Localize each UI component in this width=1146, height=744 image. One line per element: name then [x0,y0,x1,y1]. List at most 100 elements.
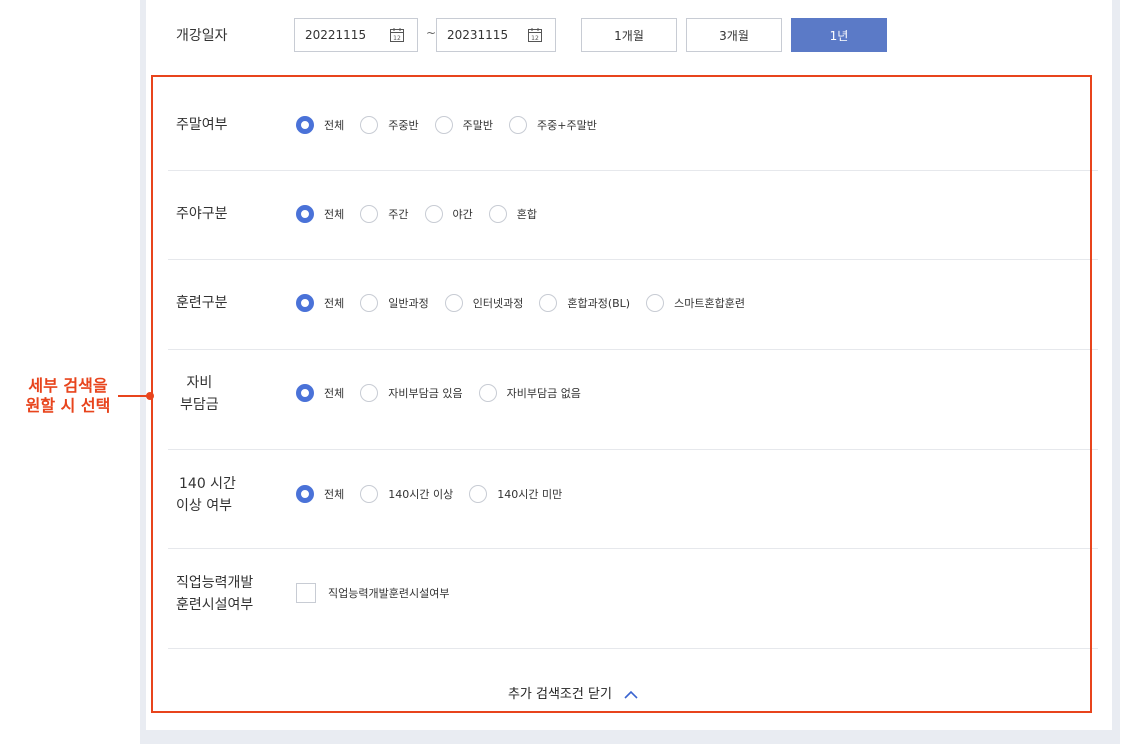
option-label: 야간 [452,208,473,221]
radio[interactable] [360,384,379,402]
svg-text:12: 12 [393,35,401,42]
radio-selected[interactable] [296,116,314,134]
facility-checkbox[interactable] [296,583,316,603]
training-option-smart[interactable]: 스마트혼합훈련 [646,294,745,312]
radio[interactable] [509,116,527,134]
annotation-line1: 세부 검색을 [28,376,108,395]
self-pay-option-yes[interactable]: 자비부담금 있음 [360,384,463,402]
hours-label-line2: 이상 여부 [176,498,232,514]
annotation-dot [146,392,154,400]
option-label: 주중반 [388,119,419,132]
search-panel: 개강일자 20221115 12 ~ 20231115 12 1개월 3개월 1… [140,0,1120,744]
radio[interactable] [646,294,665,312]
radio[interactable] [539,294,558,312]
hours-options: 전체 140시간 이상 140시간 미만 [296,485,578,503]
facility-label: 직업능력개발 훈련시설여부 [176,572,253,616]
option-label: 혼합 [516,208,537,221]
daynight-options: 전체 주간 야간 혼합 [296,205,553,223]
radio-selected[interactable] [296,485,314,503]
hours-option-all[interactable]: 전체 [296,485,344,503]
facility-label-line1: 직업능력개발 [176,575,254,591]
weekend-options: 전체 주중반 주말반 주중+주말반 [296,116,613,134]
training-type-label: 훈련구분 [176,295,228,311]
option-label: 인터넷과정 [472,297,524,310]
radio[interactable] [434,116,453,134]
period-1year-button[interactable]: 1년 [791,18,887,52]
facility-label-line2: 훈련시설여부 [176,597,254,613]
option-label: 전체 [324,387,345,400]
radio[interactable] [360,485,379,503]
weekend-option-weekday[interactable]: 주중반 [360,116,419,134]
option-label: 전체 [324,119,345,132]
facility-options: 직업능력개발훈련시설여부 [296,583,465,603]
end-date-value: 20231115 [447,28,509,42]
hours-option-under[interactable]: 140시간 미만 [469,485,562,503]
end-date-input[interactable]: 20231115 12 [436,18,556,52]
calendar-icon[interactable]: 12 [527,27,543,43]
daynight-option-all[interactable]: 전체 [296,205,344,223]
svg-text:12: 12 [531,35,539,42]
annotation-line2: 원할 시 선택 [25,396,111,415]
option-label: 140시간 이상 [388,488,454,501]
hours-label-line1: 140 시간 [179,476,236,492]
weekend-option-all[interactable]: 전체 [296,116,344,134]
option-label: 주말반 [462,119,493,132]
training-option-internet[interactable]: 인터넷과정 [444,294,524,312]
self-pay-label-line2: 부담금 [180,397,219,413]
daynight-option-mixed[interactable]: 혼합 [488,205,537,223]
option-label: 전체 [324,297,345,310]
radio-selected[interactable] [296,205,314,223]
option-label: 자비부담금 있음 [388,387,463,400]
training-option-all[interactable]: 전체 [296,294,344,312]
option-label: 주중+주말반 [537,119,597,132]
close-advanced-search-link[interactable]: 추가 검색조건 닫기 [0,683,1146,702]
option-label: 스마트혼합훈련 [674,297,745,310]
chevron-up-icon [624,690,638,699]
start-date-value: 20221115 [305,28,367,42]
radio[interactable] [360,205,379,223]
annotation-text: 세부 검색을 원할 시 선택 [16,376,120,416]
checkbox-label: 직업능력개발훈련시설여부 [328,587,450,600]
search-panel-body: 개강일자 20221115 12 ~ 20231115 12 1개월 3개월 1… [146,0,1112,730]
radio[interactable] [424,205,443,223]
daynight-option-night[interactable]: 야간 [424,205,473,223]
close-link-label: 추가 검색조건 닫기 [507,687,612,702]
radio[interactable] [478,384,497,402]
option-label: 일반과정 [388,297,429,310]
training-type-options: 전체 일반과정 인터넷과정 혼합과정(BL) 스마트혼합훈련 [296,294,761,312]
radio[interactable] [488,205,507,223]
weekend-option-both[interactable]: 주중+주말반 [509,116,597,134]
period-1month-button[interactable]: 1개월 [581,18,677,52]
weekend-option-weekend[interactable]: 주말반 [434,116,493,134]
option-label: 자비부담금 없음 [506,387,581,400]
date-range-separator: ~ [426,26,437,40]
facility-checkbox-option[interactable]: 직업능력개발훈련시설여부 [296,583,449,603]
radio-selected[interactable] [296,384,314,402]
self-pay-option-no[interactable]: 자비부담금 없음 [478,384,581,402]
start-date-input[interactable]: 20221115 12 [294,18,418,52]
training-option-general[interactable]: 일반과정 [360,294,429,312]
training-option-blended[interactable]: 혼합과정(BL) [539,294,630,312]
self-pay-label-line1: 자비 [186,375,213,391]
daynight-option-day[interactable]: 주간 [360,205,409,223]
option-label: 140시간 미만 [497,488,563,501]
period-3month-button[interactable]: 3개월 [686,18,782,52]
self-pay-options: 전체 자비부담금 있음 자비부담금 없음 [296,384,597,402]
hours-option-over[interactable]: 140시간 이상 [360,485,453,503]
radio[interactable] [444,294,463,312]
radio[interactable] [360,294,379,312]
radio[interactable] [360,116,379,134]
hours-label: 140 시간 이상 여부 [176,473,236,517]
option-label: 주간 [388,208,409,221]
option-label: 전체 [324,488,345,501]
self-pay-label: 자비 부담금 [180,372,219,416]
weekend-label: 주말여부 [176,117,228,133]
date-label: 개강일자 [176,28,228,44]
self-pay-option-all[interactable]: 전체 [296,384,344,402]
radio[interactable] [469,485,488,503]
radio-selected[interactable] [296,294,314,312]
option-label: 혼합과정(BL) [567,297,631,310]
option-label: 전체 [324,208,345,221]
calendar-icon[interactable]: 12 [389,27,405,43]
daynight-label: 주야구분 [176,206,228,222]
